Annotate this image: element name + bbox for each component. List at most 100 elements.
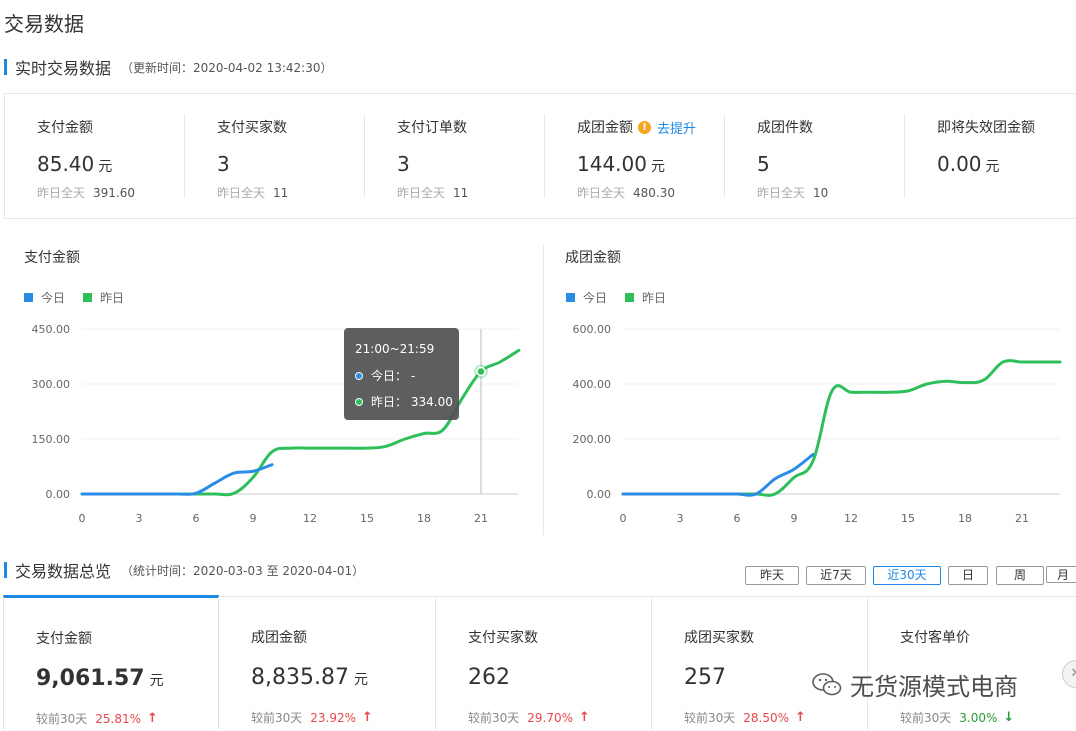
kpi-card: 成团金额! 去提升 144.00 元 昨日全天 480.30 (545, 94, 725, 218)
overview-card-payment[interactable]: 支付金额 9,061.57 元 较前30天 25.81% ↑ (3, 595, 219, 729)
y-tick-label: 150.00 (32, 433, 71, 446)
x-tick-label: 0 (620, 512, 627, 525)
ov-label: 支付客单价 (900, 630, 970, 646)
kpi-card: 支付订单数 3 昨日全天 11 (365, 94, 545, 218)
legend-today[interactable]: 今日 (566, 289, 607, 306)
x-tick-label: 18 (958, 512, 972, 525)
x-tick-label: 0 (79, 512, 86, 525)
improve-link[interactable]: 去提升 (657, 118, 696, 137)
chart-legend-group: 今日 昨日 (566, 289, 684, 306)
kpi-label: 支付金额 (37, 120, 93, 136)
payment-line-chart[interactable]: 0.00 150.00 300.00 450.00 0 3 6 9 12 15 18 21 (0, 310, 540, 530)
section-marker (4, 59, 7, 75)
period-day-button[interactable]: 日 (948, 566, 988, 585)
ov-label: 成团金额 (251, 630, 307, 646)
arrow-up-icon: ↑ (362, 710, 373, 725)
kpi-prev: 昨日全天 11 (217, 186, 289, 200)
kpi-label: 支付订单数 (397, 120, 467, 136)
overview-title: 交易数据总览 (15, 562, 112, 581)
x-tick-label: 21 (1015, 512, 1029, 525)
kpi-card: 支付金额 85.40 元 昨日全天 391.60 (5, 94, 185, 218)
watermark: 无货源模式电商 (812, 667, 1018, 702)
legend-swatch (24, 293, 33, 302)
overview-section-header: 交易数据总览 （统计时间：2020-03-03 至 2020-04-01） (4, 558, 364, 582)
kpi-value: 85.40 元 (37, 152, 113, 176)
period-month-button[interactable]: 月 (1046, 566, 1076, 583)
ov-value: 257 (684, 665, 726, 690)
kpi-label: 即将失效团金额 (937, 120, 1035, 136)
realtime-title: 实时交易数据 (15, 59, 112, 78)
chart-legend-payment: 今日 昨日 (24, 289, 142, 306)
ov-value: 8,835.87 元 (251, 665, 368, 690)
page-title: 交易数据 (4, 12, 84, 36)
period-7days-button[interactable]: 近7天 (806, 566, 866, 585)
x-tick-label: 3 (136, 512, 143, 525)
ov-compare: 较前30天 3.00% ↓ (900, 710, 1015, 725)
legend-swatch (625, 293, 635, 302)
y-tick-label: 600.00 (573, 323, 612, 336)
arrow-down-icon: ↓ (1003, 710, 1015, 725)
y-tick-label: 0.00 (46, 488, 71, 501)
period-week-button[interactable]: 周 (996, 566, 1044, 585)
x-tick-label: 6 (193, 512, 200, 525)
arrow-up-icon: ↑ (147, 711, 158, 726)
overview-card-unit-price[interactable]: 支付客单价 较前30天 3.00% ↓ (868, 597, 1076, 731)
kpi-value: 3 (217, 152, 230, 176)
tooltip-title: 21:00~21:59 (355, 342, 435, 356)
kpi-label: 支付买家数 (217, 120, 287, 136)
x-tick-label: 15 (360, 512, 374, 525)
ov-compare: 较前30天 28.50% ↑ (684, 710, 806, 725)
y-tick-label: 200.00 (573, 433, 612, 446)
chart-tooltip: 21:00~21:59 今日： - 昨日： 334.00 (344, 328, 459, 420)
realtime-section-header: 实时交易数据 （更新时间：2020-04-02 13:42:30） (4, 55, 332, 79)
legend-swatch (83, 293, 93, 302)
dot-yesterday (355, 397, 363, 406)
chart-divider (543, 245, 544, 535)
kpi-value: 3 (397, 152, 410, 176)
hover-point (476, 366, 486, 377)
x-tick-label: 9 (250, 512, 257, 525)
series-line-today (621, 452, 815, 497)
warning-icon[interactable]: ! (638, 120, 651, 134)
kpi-value: 0.00 元 (937, 152, 1000, 176)
ov-label: 成团买家数 (684, 630, 754, 646)
x-tick-label: 6 (734, 512, 741, 525)
kpi-prev: 昨日全天 10 (757, 186, 829, 200)
kpi-value: 5 (757, 152, 770, 176)
ov-value: 9,061.57 元 (36, 666, 164, 691)
ov-compare: 较前30天 29.70% ↑ (468, 710, 590, 725)
wechat-icon (812, 672, 842, 695)
chart-title-payment: 支付金额 (24, 250, 80, 266)
group-line-chart[interactable]: 0.00 200.00 400.00 600.00 0 3 6 9 12 15 18 21 (545, 310, 1076, 530)
tooltip-yesterday: 昨日： 334.00 (355, 393, 453, 410)
y-tick-label: 0.00 (587, 488, 612, 501)
legend-today[interactable]: 今日 (24, 289, 65, 306)
y-tick-label: 400.00 (573, 378, 612, 391)
stat-time: （统计时间：2020-03-03 至 2020-04-01） (121, 563, 365, 578)
ov-compare: 较前30天 23.92% ↑ (251, 710, 373, 725)
x-tick-label: 12 (844, 512, 858, 525)
overview-card-group-buyers[interactable]: 成团买家数 257 较前30天 28.50% ↑ (652, 597, 868, 731)
kpi-prev: 昨日全天 11 (397, 186, 469, 200)
series-line-yesterday (621, 359, 1062, 497)
kpi-label: 成团件数 (757, 120, 813, 136)
ov-label: 支付金额 (36, 631, 92, 647)
period-30days-button[interactable]: 近30天 (873, 566, 941, 585)
chart-title-group: 成团金额 (565, 250, 621, 266)
ov-label: 支付买家数 (468, 630, 538, 646)
ov-value: 262 (468, 665, 510, 690)
kpi-prev: 昨日全天 480.30 (577, 186, 676, 200)
y-tick-label: 450.00 (32, 323, 71, 336)
realtime-kpi-panel: 支付金额 85.40 元 昨日全天 391.60 支付买家数 3 昨日全天 11 支付… (4, 93, 1076, 219)
ov-compare: 较前30天 25.81% ↑ (36, 711, 158, 726)
dot-today (355, 371, 363, 380)
period-yesterday-button[interactable]: 昨天 (745, 566, 799, 585)
legend-yesterday[interactable]: 昨日 (625, 289, 666, 306)
y-tick-label: 300.00 (32, 378, 71, 391)
overview-card-group-amount[interactable]: 成团金额 8,835.87 元 较前30天 23.92% ↑ (219, 597, 436, 731)
x-tick-label: 18 (417, 512, 431, 525)
series-line-today (80, 463, 274, 496)
legend-yesterday[interactable]: 昨日 (83, 289, 124, 306)
x-tick-label: 15 (901, 512, 915, 525)
overview-card-buyers[interactable]: 支付买家数 262 较前30天 29.70% ↑ (436, 597, 652, 731)
